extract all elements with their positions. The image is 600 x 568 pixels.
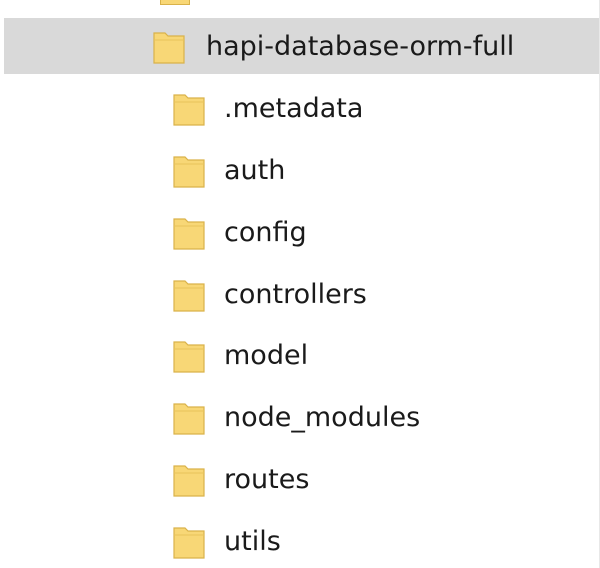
tree-item-label: node_modules	[224, 402, 421, 433]
folder-icon	[152, 27, 186, 65]
folder-icon	[160, 0, 190, 5]
tree-item-node-modules[interactable]: node_modules	[0, 388, 600, 444]
folder-icon	[172, 398, 206, 436]
tree-item-label: routes	[224, 464, 310, 495]
tree-item-controllers[interactable]: controllers	[0, 265, 600, 321]
tree-item-label: model	[224, 340, 309, 371]
tree-item-routes[interactable]: routes	[0, 450, 600, 506]
folder-icon	[172, 460, 206, 498]
tree-item-label: auth	[224, 155, 286, 186]
folder-icon	[172, 89, 206, 127]
tree-item-label: .metadata	[224, 93, 364, 124]
folder-icon	[172, 151, 206, 189]
folder-icon	[172, 336, 206, 374]
folder-icon	[172, 275, 206, 313]
tree-item-auth[interactable]: auth	[0, 141, 600, 197]
tree-item-utils[interactable]: utils	[0, 512, 600, 568]
folder-icon	[172, 522, 206, 560]
tree-item-label: utils	[224, 526, 281, 557]
tree-item-config[interactable]: config	[0, 203, 600, 259]
tree-item-label: controllers	[224, 279, 367, 310]
tree-item-label: hapi-database-orm-full	[206, 31, 515, 62]
tree-item-root-folder[interactable]: hapi-database-orm-full	[4, 18, 599, 74]
tree-item-label: config	[224, 217, 307, 248]
folder-tree: hapi-database-orm-full .metadata auth co…	[0, 0, 600, 568]
folder-icon	[172, 213, 206, 251]
tree-item-model[interactable]: model	[0, 326, 600, 382]
tree-item-metadata[interactable]: .metadata	[0, 79, 600, 135]
